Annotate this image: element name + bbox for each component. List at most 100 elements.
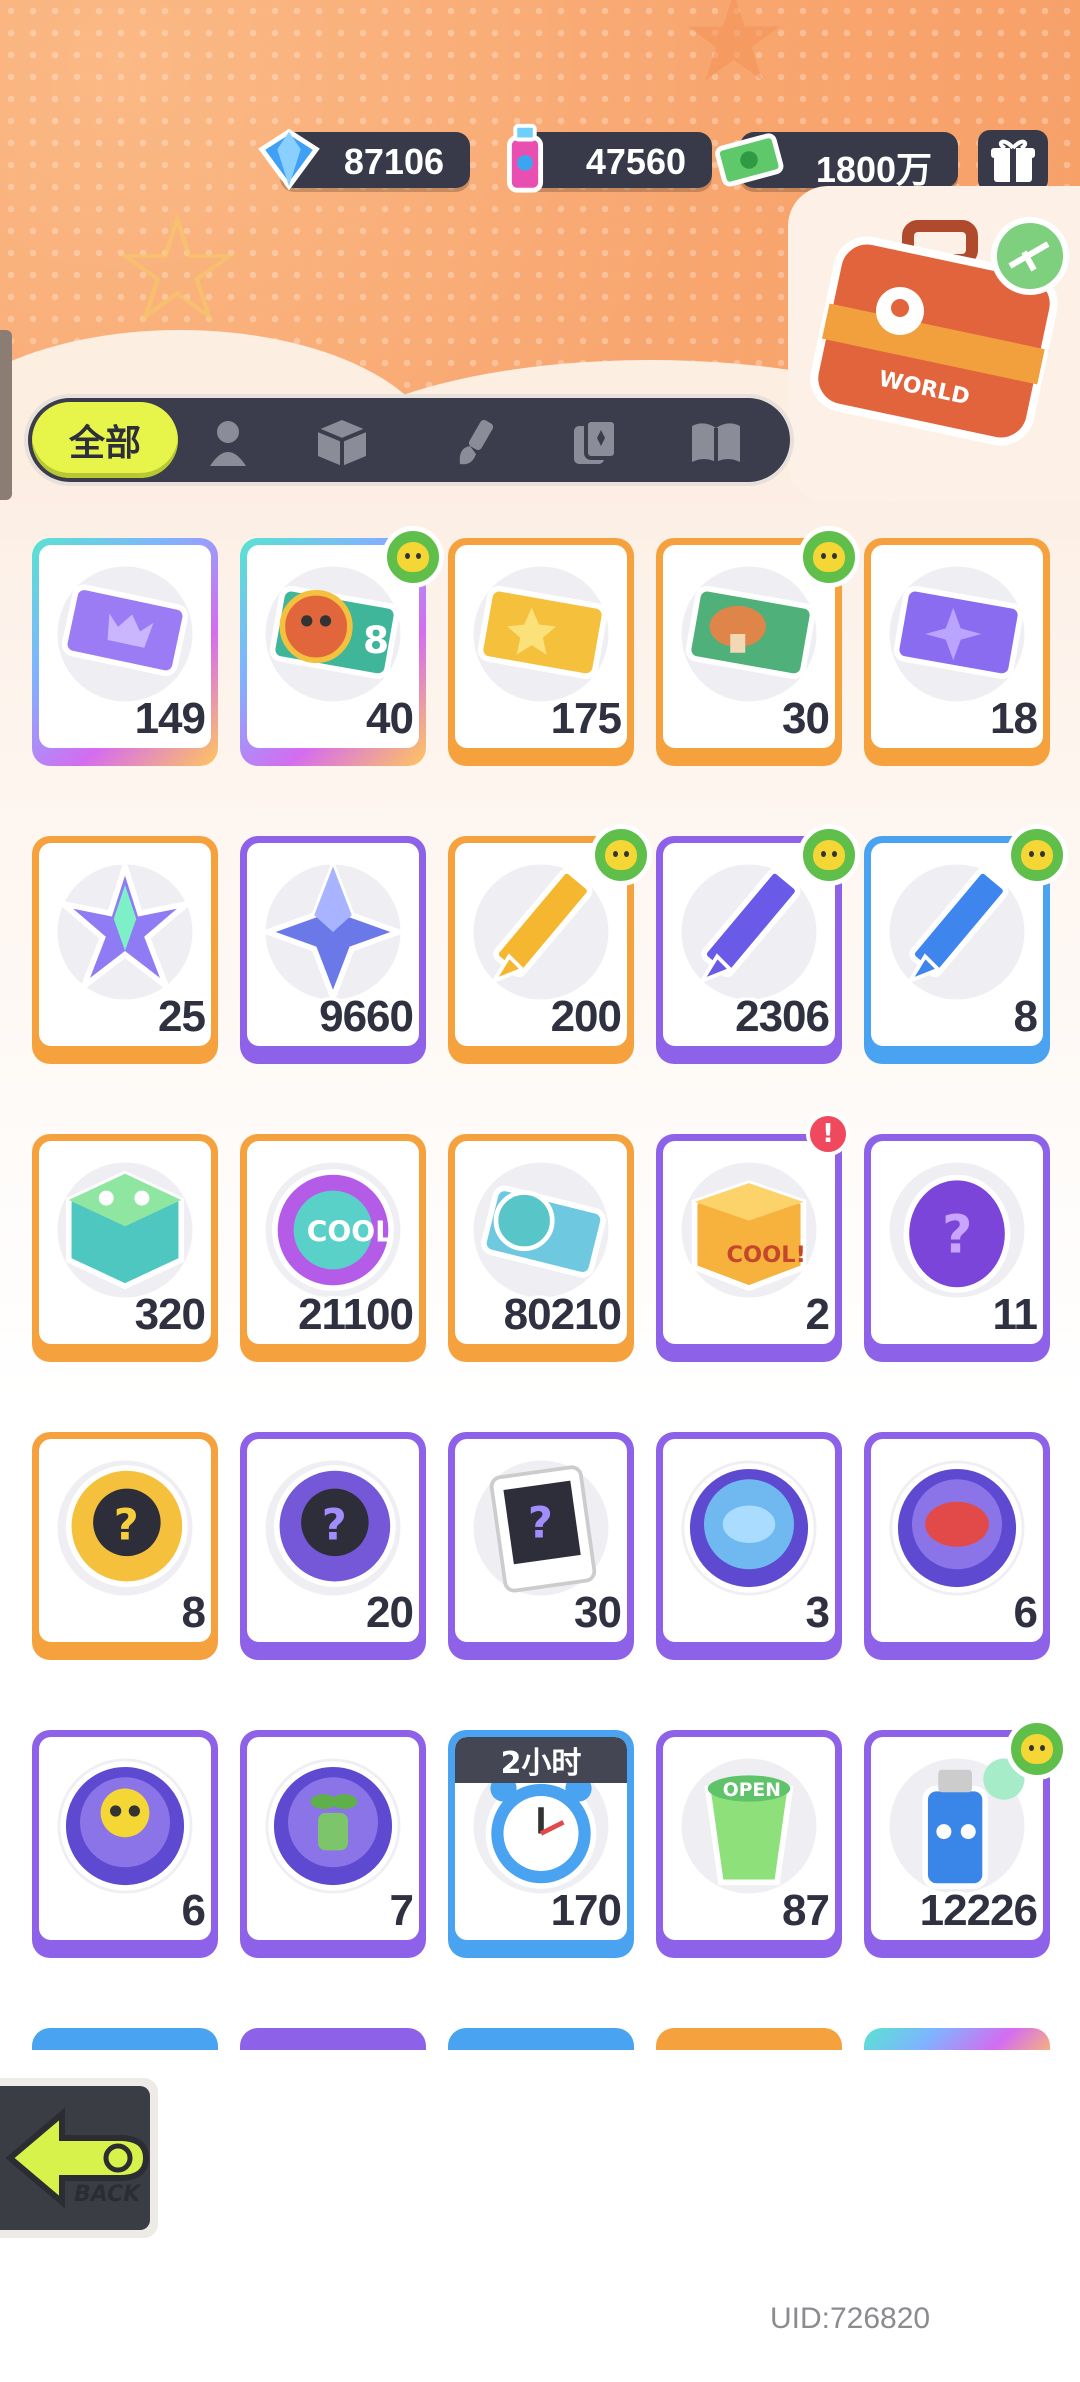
- svg-text:?: ?: [528, 1498, 553, 1548]
- item-card-body: 149: [39, 545, 211, 748]
- item-count: 6: [181, 1886, 207, 1935]
- chick-badge-icon: [590, 824, 652, 886]
- item-card-piranha-orb[interactable]: 6: [864, 1432, 1050, 1660]
- item-count: 2: [805, 1290, 831, 1339]
- item-card-body: 2小时 170: [455, 1737, 627, 1940]
- item-card-cool-badge[interactable]: COOL 21100: [240, 1134, 426, 1362]
- item-card-open-cup[interactable]: OPEN 87: [656, 1730, 842, 1958]
- item-count: 200: [550, 992, 622, 1041]
- item-card-partial[interactable]: [32, 2028, 218, 2050]
- svg-text:?: ?: [322, 1500, 347, 1550]
- item-card-body: 25: [39, 843, 211, 1046]
- item-card-body: COOL 21100: [247, 1141, 419, 1344]
- item-card-purple-crayon[interactable]: 2306: [656, 824, 860, 1064]
- deity-mystery-gold-icon: ?: [57, 1460, 193, 1596]
- item-card-body: 175: [455, 545, 627, 748]
- item-card-mushroom-ticket[interactable]: 30: [656, 526, 860, 766]
- color-cube-icon: [57, 1162, 193, 1298]
- item-count: 21100: [298, 1290, 414, 1339]
- item-card-alarm-clock[interactable]: 2小时 170: [448, 1730, 634, 1958]
- item-card-mystery-egg[interactable]: ? 11: [864, 1134, 1050, 1362]
- item-card-partial[interactable]: [656, 2028, 842, 2050]
- item-card-purple-star-ticket[interactable]: 18: [864, 538, 1050, 766]
- pufferfish-orb-icon: [681, 1460, 817, 1596]
- svg-text:OPEN: OPEN: [723, 1780, 781, 1801]
- item-count: 7: [389, 1886, 415, 1935]
- item-card-partial[interactable]: [448, 2028, 634, 2050]
- item-count: 20: [366, 1588, 414, 1637]
- item-count: 149: [134, 694, 206, 743]
- back-button[interactable]: BACK: [0, 2078, 158, 2238]
- item-card-deity-mystery-purple[interactable]: ? 20: [240, 1432, 426, 1660]
- item-card-body: OPEN 87: [663, 1737, 835, 1940]
- item-card-gold-star-ticket[interactable]: 175: [448, 538, 634, 766]
- item-count: 320: [134, 1290, 206, 1339]
- crown-ticket-icon: [57, 566, 193, 702]
- mystery-egg-icon: ?: [889, 1162, 1025, 1298]
- svg-text:8: 8: [363, 618, 389, 662]
- item-card-crown-ticket[interactable]: 149: [32, 538, 218, 766]
- item-card-body: 80210: [455, 1141, 627, 1344]
- item-card-pufferfish-orb[interactable]: 3: [656, 1432, 842, 1660]
- item-count: 25: [158, 992, 206, 1041]
- item-card-body: 320: [39, 1141, 211, 1344]
- cool-badge-icon: COOL: [265, 1162, 401, 1298]
- chick-badge-icon: [382, 526, 444, 588]
- item-count: 12226: [919, 1886, 1038, 1935]
- item-card-body: 7: [247, 1737, 419, 1940]
- chick-badge-icon: [1006, 1718, 1068, 1780]
- season-ticket-icon: [473, 1162, 609, 1298]
- item-card-travel-mystery-card[interactable]: ? 30: [448, 1432, 634, 1660]
- item-card-partial[interactable]: [864, 2028, 1050, 2050]
- item-card-body: COOL! 2: [663, 1141, 835, 1344]
- yellow-crayon-icon: [473, 864, 609, 1000]
- item-count: 30: [574, 1588, 622, 1637]
- item-card-body: ? 11: [871, 1141, 1043, 1344]
- item-card-blue-crystal[interactable]: 9660: [240, 836, 426, 1064]
- back-arrow-icon: [5, 2107, 150, 2209]
- gold-star-ticket-icon: [473, 566, 609, 702]
- item-card-cool-box[interactable]: COOL! 2!: [656, 1112, 850, 1362]
- item-card-rainbow-crystal[interactable]: 25: [32, 836, 218, 1064]
- item-count: 9660: [319, 992, 414, 1041]
- blue-crayon-icon: [889, 864, 1025, 1000]
- item-card-lion-dance-ticket[interactable]: 8 40: [240, 526, 444, 766]
- item-count: 11: [992, 1290, 1038, 1339]
- alert-badge-icon: !: [806, 1112, 850, 1156]
- purple-star-ticket-icon: [889, 566, 1025, 702]
- deity-mystery-purple-icon: ?: [265, 1460, 401, 1596]
- cool-box-icon: COOL!: [681, 1162, 817, 1298]
- item-card-body: 9660: [247, 843, 419, 1046]
- item-card-body: ? 20: [247, 1439, 419, 1642]
- piranha-orb-icon: [889, 1460, 1025, 1596]
- item-card-yellow-crayon[interactable]: 200: [448, 824, 652, 1064]
- item-count: 8: [181, 1588, 207, 1637]
- item-count: 8: [1013, 992, 1039, 1041]
- blue-crystal-icon: [259, 858, 407, 1006]
- item-count: 30: [782, 694, 830, 743]
- item-card-body: 18: [871, 545, 1043, 748]
- item-count: 40: [366, 694, 414, 743]
- svg-text:?: ?: [942, 1205, 972, 1266]
- lion-dance-ticket-icon: 8: [265, 566, 401, 702]
- item-card-octopus-orb[interactable]: 6: [32, 1730, 218, 1958]
- item-count: 6: [1013, 1588, 1039, 1637]
- sprout-orb-icon: [265, 1758, 401, 1894]
- item-card-partial[interactable]: [240, 2028, 426, 2050]
- mushroom-ticket-icon: [681, 566, 817, 702]
- item-card-sprout-orb[interactable]: 7: [240, 1730, 426, 1958]
- item-card-season-ticket[interactable]: 80210: [448, 1134, 634, 1362]
- item-card-spray-can[interactable]: 12226: [864, 1718, 1068, 1958]
- item-card-deity-mystery-gold[interactable]: ? 8: [32, 1432, 218, 1660]
- item-card-color-cube[interactable]: 320: [32, 1134, 218, 1362]
- chick-badge-icon: [1006, 824, 1068, 886]
- item-count: 80210: [503, 1290, 622, 1339]
- item-count: 18: [990, 694, 1038, 743]
- item-card-body: 6: [871, 1439, 1043, 1642]
- item-card-blue-crayon[interactable]: 8: [864, 824, 1068, 1064]
- item-card-body: ? 30: [455, 1439, 627, 1642]
- spray-can-icon: [889, 1758, 1025, 1894]
- chick-badge-icon: [798, 526, 860, 588]
- svg-text:COOL: COOL: [307, 1215, 393, 1248]
- item-count: 175: [550, 694, 622, 743]
